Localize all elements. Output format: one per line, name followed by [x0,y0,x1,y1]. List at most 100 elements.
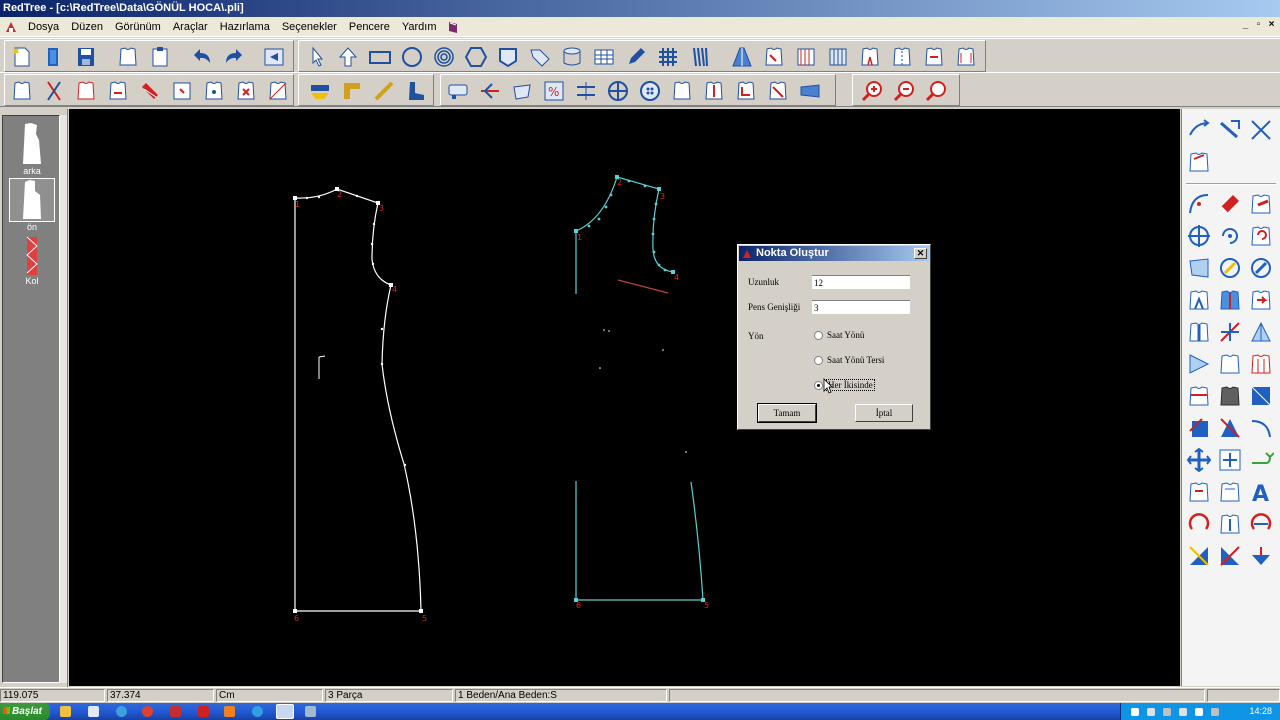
grid-table-icon[interactable] [589,43,619,71]
panel-blue-icon[interactable] [1246,381,1276,411]
pin-arrow-icon[interactable] [1215,115,1245,145]
triangle-fill-icon[interactable] [1184,541,1214,571]
rectangle-icon[interactable] [365,43,395,71]
button-icon[interactable] [635,77,665,105]
yandex-icon[interactable] [170,706,181,717]
text-tool-icon[interactable]: A [1246,477,1276,507]
copy-piece-icon[interactable] [113,43,143,71]
shirt-outline-icon[interactable] [1215,349,1245,379]
bodice-grade-icon[interactable] [919,43,949,71]
media-player-icon[interactable] [224,706,235,717]
tamam-button[interactable]: Tamam [758,404,816,422]
line-pencil-icon[interactable] [369,77,399,105]
diagonal-measure-icon[interactable] [763,77,793,105]
align-lines-icon[interactable] [571,77,601,105]
dialog-title-bar[interactable]: Nokta Oluştur ✕ [739,246,929,261]
menu-araclar[interactable]: Araçlar [167,18,214,36]
flare-icon[interactable] [727,43,757,71]
menu-secenekler[interactable]: Seçenekler [276,18,343,36]
rotate-point-icon[interactable] [1215,221,1245,251]
cut-line-icon[interactable] [263,77,293,105]
tray-icon[interactable] [1131,708,1139,716]
undo-icon[interactable] [187,43,217,71]
menu-gorunum[interactable]: Görünüm [109,18,167,36]
shirt-dark-icon[interactable] [1215,381,1245,411]
folder-icon[interactable] [60,706,71,717]
redtree-task-icon[interactable] [276,704,294,719]
menu-yardim[interactable]: Yardım [396,18,443,36]
notch-icon[interactable] [167,77,197,105]
flip-piece-icon[interactable] [103,77,133,105]
uzunluk-input[interactable] [812,275,910,289]
shirt-arrow-icon[interactable] [1246,285,1276,315]
zoom-fit-icon[interactable] [921,77,951,105]
split-arrow-icon[interactable] [475,77,505,105]
reshape-icon[interactable] [507,77,537,105]
dialog-close-button[interactable]: ✕ [914,248,927,259]
bodice-dart-icon[interactable] [855,43,885,71]
seam-allowance-icon[interactable] [305,77,335,105]
circle-icon[interactable] [397,43,427,71]
slash-spread-icon[interactable] [791,43,821,71]
bodice-mirror-icon[interactable] [887,43,917,71]
mdi-close-button[interactable]: × [1266,20,1277,31]
network-icon[interactable] [1211,708,1219,716]
part-item-arka[interactable]: arka [6,122,58,176]
skype-icon[interactable] [252,706,263,717]
radio-saat-yonu-tersi[interactable]: Saat Yönü Tersi [814,355,884,365]
arrow-down-icon[interactable] [1246,541,1276,571]
shirt-outline2-icon[interactable] [1215,477,1245,507]
tray-icon[interactable] [1179,708,1187,716]
chrome-icon[interactable] [142,706,153,717]
parts-scrollbar[interactable] [60,115,67,683]
boot-icon[interactable] [401,77,431,105]
drill-hole-icon[interactable] [199,77,229,105]
shirt-cut-icon[interactable] [759,43,789,71]
shirt-erase-icon[interactable] [1246,189,1276,219]
dart-pencil2-icon[interactable] [1246,253,1276,283]
select-arrow-icon[interactable] [301,43,331,71]
app-document-icon[interactable] [0,18,22,36]
delete-point-icon[interactable] [231,77,261,105]
corner-icon[interactable] [337,77,367,105]
pencil-icon[interactable] [621,43,651,71]
cross-arrow-icon[interactable] [1246,115,1276,145]
arc-line-icon[interactable] [1246,413,1276,443]
save-file-icon[interactable] [71,43,101,71]
curve-arrow-icon[interactable] [1184,115,1214,145]
arrow-flag-icon[interactable] [1184,349,1214,379]
tray-icon[interactable] [1147,708,1155,716]
measure-tape-icon[interactable] [135,77,165,105]
menu-duzen[interactable]: Düzen [65,18,109,36]
rotate-piece-icon[interactable] [71,77,101,105]
move-piece-icon[interactable] [795,77,825,105]
new-file-icon[interactable] [7,43,37,71]
bezier-icon[interactable] [1184,189,1214,219]
sewing-machine-icon[interactable] [443,77,473,105]
vertical-measure-icon[interactable] [699,77,729,105]
pens-genisligi-input[interactable] [812,300,910,314]
shirt-mark-icon[interactable] [1184,477,1214,507]
zoom-out-icon[interactable] [889,77,919,105]
percent-icon[interactable]: % [539,77,569,105]
start-button[interactable]: Başlat [0,703,50,720]
desktop-icon[interactable] [88,706,99,717]
pleat-icon[interactable] [685,43,715,71]
help-book-icon[interactable] [444,18,462,36]
move-box-icon[interactable] [1215,445,1245,475]
hexagon-icon[interactable] [461,43,491,71]
piece-info-icon[interactable] [7,77,37,105]
yahoo-icon[interactable] [198,706,209,717]
back-piece[interactable] [293,187,423,613]
shirt-blue-icon[interactable] [1215,509,1245,539]
shirt-dart-icon[interactable] [1184,285,1214,315]
shirt-vertical-icon[interactable] [1184,317,1214,347]
menu-hazirlama[interactable]: Hazırlama [214,18,276,36]
paste-piece-icon[interactable] [145,43,175,71]
shirt-rotate-icon[interactable] [1246,221,1276,251]
zoom-in-icon[interactable] [857,77,887,105]
select-piece-icon[interactable] [333,43,363,71]
dart-rotate-icon[interactable] [1184,253,1214,283]
drawing-canvas[interactable]: 1 2 3 4 5 6 1 2 3 4 5 6 [69,109,1180,686]
crosshair-icon[interactable] [603,77,633,105]
